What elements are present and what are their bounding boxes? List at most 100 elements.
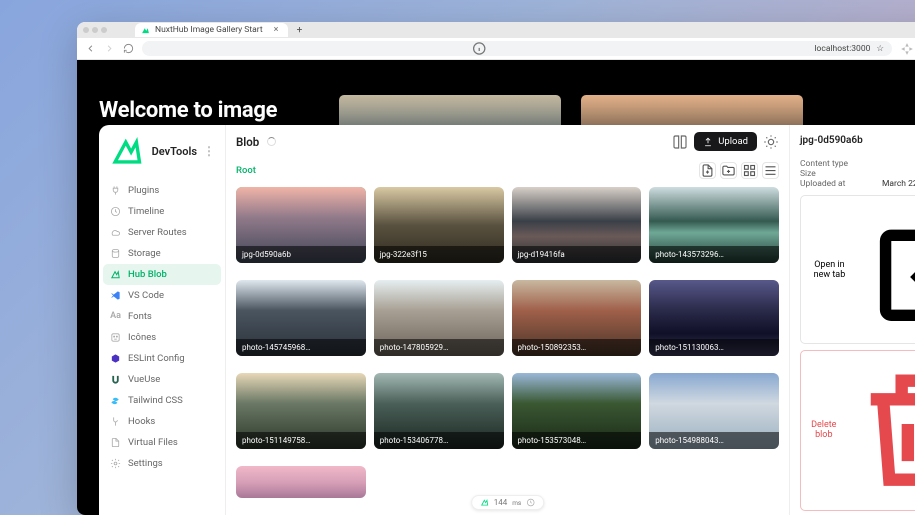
sidebar-item-label: Virtual Files — [128, 437, 178, 448]
sidebar-item-label: ESLint Config — [128, 353, 185, 364]
new-file-button[interactable] — [699, 162, 716, 179]
blob-name: photo-150892353… — [512, 339, 642, 356]
vscode-icon — [110, 290, 121, 301]
detail-meta-row: Content typeimage/jpg — [800, 159, 915, 169]
blob-name: photo-143573296… — [649, 246, 779, 263]
window-controls[interactable] — [83, 27, 107, 33]
upload-icon — [703, 137, 713, 147]
blob-card[interactable]: photo-143573296… — [649, 187, 779, 263]
browser-window: NuxtHub Image Gallery Start × + localhos… — [77, 22, 915, 515]
sidebar-item-plugins[interactable]: Plugins — [103, 180, 221, 201]
nuxt-icon — [110, 269, 121, 280]
blob-header: Blob Upload — [226, 125, 789, 158]
blob-panel: Blob Upload Root — [226, 125, 790, 515]
blob-card[interactable]: photo-150892353… — [512, 280, 642, 356]
blob-name: jpg-322e3f15 — [374, 246, 504, 263]
fonts-icon: Aa — [110, 311, 121, 322]
blob-name: photo-153573048… — [512, 432, 642, 449]
url-input[interactable]: localhost:3000 ☆ — [142, 41, 892, 56]
delete-blob-button[interactable]: Delete blob — [800, 350, 915, 510]
cloud-icon — [110, 227, 121, 238]
blob-card[interactable]: photo-153573048… — [512, 373, 642, 449]
blob-title: Blob — [236, 135, 259, 149]
docs-button[interactable] — [672, 134, 688, 150]
sidebar-item-label: Storage — [128, 248, 161, 259]
tab-close-icon[interactable]: × — [274, 25, 279, 35]
blob-subheader: Root — [226, 158, 789, 187]
nav-forward[interactable] — [104, 43, 115, 54]
sidebar-item-tailwind-css[interactable]: Tailwind CSS — [103, 390, 221, 411]
blob-name: photo-154988043… — [649, 432, 779, 449]
breadcrumb-root[interactable]: Root — [236, 165, 256, 176]
sidebar-item-label: Fonts — [128, 311, 152, 322]
sidebar-more-icon[interactable]: ⋮ — [203, 144, 215, 158]
blob-card[interactable] — [236, 466, 366, 498]
gear-icon — [110, 458, 121, 469]
sidebar-item-timeline[interactable]: Timeline — [103, 201, 221, 222]
plug-icon — [110, 185, 121, 196]
sidebar-item-hooks[interactable]: Hooks — [103, 411, 221, 432]
page-title: Welcome to image — [99, 98, 277, 123]
detail-meta-row: Uploaded atMarch 22, 2024 at 11:15:05 AM — [800, 179, 915, 189]
blob-card[interactable]: photo-151149758… — [236, 373, 366, 449]
blob-card[interactable]: jpg-0d590a6b — [236, 187, 366, 263]
history-icon — [526, 498, 535, 507]
nuxt-icon — [109, 133, 146, 170]
nav-back[interactable] — [85, 43, 96, 54]
sidebar-item-label: Hub Blob — [128, 269, 167, 280]
sidebar-item-label: Settings — [128, 458, 163, 469]
status-bar[interactable]: 144 ms — [471, 495, 545, 510]
browser-tab-strip: NuxtHub Image Gallery Start × + — [77, 22, 915, 38]
blob-card[interactable]: jpg-322e3f15 — [374, 187, 504, 263]
blob-name: photo-147805929… — [374, 339, 504, 356]
clock-icon — [110, 206, 121, 217]
sidebar-item-vs-code[interactable]: VS Code — [103, 285, 221, 306]
vueuse-icon — [110, 374, 121, 385]
vfiles-icon — [110, 437, 121, 448]
blob-card[interactable]: photo-147805929… — [374, 280, 504, 356]
sidebar-item-vueuse[interactable]: VueUse — [103, 369, 221, 390]
browser-tab[interactable]: NuxtHub Image Gallery Start × — [135, 23, 288, 37]
sidebar-item-hub-blob[interactable]: Hub Blob — [103, 264, 221, 285]
sidebar-item-label: Server Routes — [128, 227, 187, 238]
blob-card[interactable]: jpg-d19416fa — [512, 187, 642, 263]
nuxt-icon — [141, 26, 150, 35]
new-folder-button[interactable] — [720, 162, 737, 179]
blob-card[interactable]: photo-145745968… — [236, 280, 366, 356]
tailwind-icon — [110, 395, 121, 406]
view-list[interactable] — [762, 162, 779, 179]
upload-button[interactable]: Upload — [694, 132, 757, 151]
new-tab-button[interactable]: + — [292, 23, 306, 37]
devtools-panel: DevTools ⋮ PluginsTimelineServer RoutesS… — [99, 125, 915, 515]
sidebar-item-fonts[interactable]: Aa Fonts — [103, 306, 221, 327]
sidebar-item-label: Tailwind CSS — [128, 395, 183, 406]
trash-icon — [846, 356, 915, 504]
sidebar-item-label: Timeline — [128, 206, 164, 217]
blob-card[interactable]: photo-154988043… — [649, 373, 779, 449]
blob-name: photo-145745968… — [236, 339, 366, 356]
hooks-icon — [110, 416, 121, 427]
blob-name: photo-151130063… — [649, 339, 779, 356]
blob-card[interactable]: photo-151130063… — [649, 280, 779, 356]
sidebar-item-virtual-files[interactable]: Virtual Files — [103, 432, 221, 453]
sidebar-item-label: VueUse — [128, 374, 160, 385]
theme-toggle[interactable] — [763, 134, 779, 150]
view-grid[interactable] — [741, 162, 758, 179]
blob-name: photo-151149758… — [236, 432, 366, 449]
nav-reload[interactable] — [123, 43, 134, 54]
sidebar-item-settings[interactable]: Settings — [103, 453, 221, 474]
devtools-sidebar: DevTools ⋮ PluginsTimelineServer RoutesS… — [99, 125, 226, 515]
blob-card[interactable]: photo-153406778… — [374, 373, 504, 449]
sidebar-item-label: VS Code — [128, 290, 164, 301]
info-icon — [150, 41, 808, 56]
sidebar-item-storage[interactable]: Storage — [103, 243, 221, 264]
sidebar-item-eslint-config[interactable]: ESLint Config — [103, 348, 221, 369]
open-new-tab-button[interactable]: Open in new tab — [800, 195, 915, 344]
sidebar-item-icônes[interactable]: Icônes — [103, 327, 221, 348]
loading-spinner-icon — [267, 137, 276, 146]
sidebar-item-label: Plugins — [128, 185, 159, 196]
sidebar-item-server-routes[interactable]: Server Routes — [103, 222, 221, 243]
star-icon[interactable]: ☆ — [876, 44, 884, 54]
ext-1[interactable] — [900, 42, 914, 56]
detail-title: jpg-0d590a6b — [800, 135, 863, 146]
